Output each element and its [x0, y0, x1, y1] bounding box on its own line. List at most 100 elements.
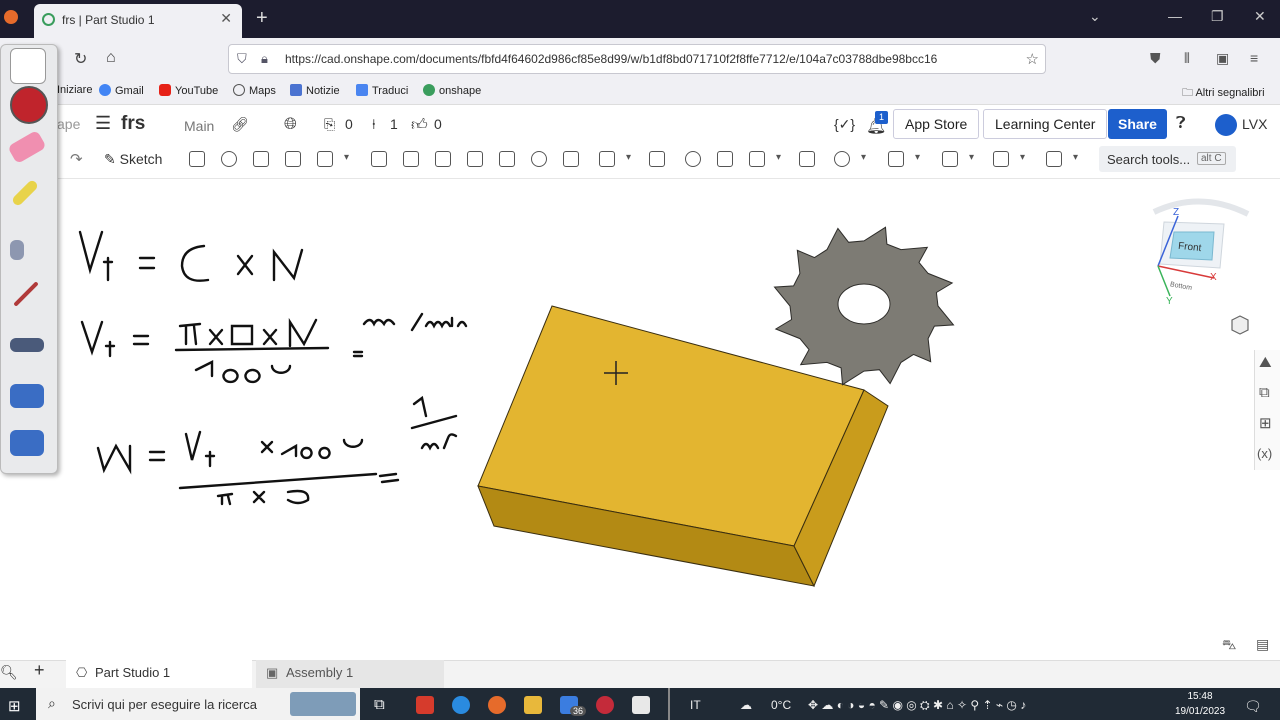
shell-icon[interactable]	[499, 151, 515, 167]
variables-panel-icon[interactable]: (x)	[1257, 446, 1272, 461]
help-icon[interactable]: ❓︎	[1176, 115, 1186, 133]
restore-icon[interactable]: ❐	[1211, 8, 1224, 25]
bookmark-onshape[interactable]: onshape	[423, 84, 481, 97]
weather-icon[interactable]: ☁︎	[740, 698, 752, 712]
chevron-down-icon[interactable]: ▾	[915, 152, 920, 163]
keyboard-icon[interactable]	[10, 338, 44, 352]
globe-icon[interactable]: 🌐︎	[284, 116, 297, 134]
sidebar-icon[interactable]: ▣	[1216, 50, 1229, 67]
edge-icon[interactable]	[452, 696, 470, 714]
close-window-icon[interactable]: ✕	[1254, 8, 1266, 25]
orbit-arc-icon[interactable]	[1152, 198, 1250, 217]
library-icon[interactable]: ⫴	[1184, 50, 1190, 67]
bookmark-iniziare[interactable]: Iniziare	[57, 84, 92, 96]
bookmark-youtube[interactable]: YouTube	[159, 84, 218, 97]
whiteboard-icon[interactable]	[10, 430, 44, 456]
text-tool-icon[interactable]	[1046, 151, 1062, 167]
tray-icons[interactable]: ✥ ☁︎ ◐ ◑ ◒ ◓ ✎ ◉ ◎ ⛭ ✱ ⌂ ✧ ⚲ ⇡ ⌁ ◷ ♪	[808, 698, 1026, 713]
bookmark-star-icon[interactable]: ☆	[1026, 50, 1039, 68]
chevron-down-icon[interactable]: ▾	[626, 152, 631, 163]
sketch-button[interactable]: ✎ Sketch	[104, 151, 162, 168]
taskbar-search[interactable]: ⌕ Scrivi qui per eseguire la ricerca	[36, 688, 360, 720]
address-bar[interactable]: ⛉ 🔒︎ https://cad.onshape.com/documents/f…	[228, 44, 1046, 74]
transform-icon[interactable]	[749, 151, 765, 167]
bookmark-notizie[interactable]: Notizie	[290, 84, 340, 97]
screen-capture-icon[interactable]	[10, 384, 44, 408]
chevron-down-icon[interactable]: ▾	[1020, 152, 1025, 163]
search-tools-input[interactable]: Search tools... alt C	[1099, 146, 1236, 172]
tab-assembly[interactable]: ▣ Assembly 1	[256, 660, 444, 688]
app-store-button[interactable]: App Store	[893, 109, 980, 139]
bom-icon[interactable]: ⊞	[1259, 414, 1272, 432]
rib-icon[interactable]	[467, 151, 483, 167]
task-view-icon[interactable]: ⧉	[374, 696, 385, 713]
document-name[interactable]: frs	[121, 113, 145, 135]
windows-start-icon[interactable]: ⊞	[8, 697, 21, 715]
bookmark-maps[interactable]: Maps	[233, 84, 276, 97]
configurations-icon[interactable]: ⧉	[1259, 384, 1270, 401]
browser-tab[interactable]: frs | Part Studio 1 ✕	[34, 4, 242, 38]
app-icon-red[interactable]	[596, 696, 614, 714]
modify-icon[interactable]	[834, 151, 850, 167]
loft-icon[interactable]	[285, 151, 301, 167]
other-bookmarks[interactable]: 🗀︎ Altri segnalibri	[1182, 84, 1265, 103]
notifications-center-icon[interactable]: 🗨︎	[1244, 698, 1262, 715]
revolve-icon[interactable]	[221, 151, 237, 167]
search-icon[interactable]: 🔍︎	[0, 664, 18, 681]
chevron-down-icon[interactable]: ▾	[969, 152, 974, 163]
copies-icon[interactable]: ⎘	[324, 116, 335, 133]
chevron-down-icon[interactable]: ▾	[861, 152, 866, 163]
view-options-icon[interactable]	[1231, 315, 1249, 335]
fillet-icon[interactable]	[371, 151, 387, 167]
delete-part-icon[interactable]	[799, 151, 815, 167]
view-cube[interactable]: Front Bottom Z X Y	[1152, 198, 1250, 307]
reload-icon[interactable]: ↻	[74, 49, 87, 69]
pocket-icon[interactable]: ⛊	[1150, 50, 1161, 67]
office-icon[interactable]	[416, 696, 434, 714]
like-icon[interactable]: 👍︎	[411, 116, 428, 135]
tab-list-icon[interactable]: ⌄	[1089, 8, 1101, 25]
add-tab-icon[interactable]: +	[34, 660, 45, 681]
avatar[interactable]	[1215, 114, 1237, 136]
split-icon[interactable]	[717, 151, 733, 167]
extrude-icon[interactable]	[189, 151, 205, 167]
hole-icon[interactable]	[531, 151, 547, 167]
chevron-down-icon[interactable]: ▾	[776, 152, 781, 163]
share-button[interactable]: Share	[1108, 109, 1167, 139]
new-tab-button[interactable]: +	[256, 7, 268, 30]
clock-date[interactable]: 19/01/2023	[1168, 706, 1232, 717]
link-icon[interactable]: 🔗︎	[231, 116, 249, 133]
branch-label[interactable]: Main	[184, 118, 214, 134]
bookmark-traduci[interactable]: Traduci	[356, 84, 408, 97]
chevron-down-icon[interactable]: ▾	[1073, 152, 1078, 163]
pen-red-icon[interactable]	[10, 86, 48, 124]
display-settings-icon[interactable]: ⛍	[1222, 636, 1236, 655]
bookmark-gmail[interactable]: Gmail	[99, 84, 144, 97]
clock-time[interactable]: 15:48	[1172, 691, 1228, 702]
mirror-icon[interactable]	[649, 151, 665, 167]
graphics-area[interactable]: Front Bottom Z X Y	[0, 178, 1280, 660]
user-name[interactable]: LVX	[1242, 116, 1267, 132]
draft-icon[interactable]	[435, 151, 451, 167]
redo-icon[interactable]: ↷	[70, 150, 83, 168]
variables-icon[interactable]: {✓}	[834, 116, 855, 133]
chevron-down-icon[interactable]: ▾	[344, 152, 349, 163]
lock-icon[interactable]: 🔒︎	[261, 51, 268, 67]
graphics-settings-icon[interactable]: ▤	[1256, 636, 1269, 653]
tab-part-studio[interactable]: ⎔ Part Studio 1	[66, 660, 252, 690]
minimize-icon[interactable]: —	[1168, 8, 1182, 24]
firefox-icon[interactable]	[4, 10, 18, 24]
firefox-taskbar-icon[interactable]	[488, 696, 506, 714]
pointer-icon[interactable]	[10, 240, 24, 260]
pattern-icon[interactable]	[599, 151, 615, 167]
onshape-logo[interactable]: ape	[57, 116, 80, 132]
notebook-icon[interactable]	[10, 48, 46, 84]
plane-icon[interactable]	[888, 151, 904, 167]
weather-temp[interactable]: 0°C	[771, 698, 791, 712]
chamfer-icon[interactable]	[403, 151, 419, 167]
learning-center-button[interactable]: Learning Center	[983, 109, 1108, 139]
shield-icon[interactable]: ⛉	[237, 51, 247, 67]
file-explorer-icon[interactable]	[524, 696, 542, 714]
menu-icon[interactable]: ≡	[1250, 50, 1258, 66]
language-indicator[interactable]: IT	[690, 698, 701, 712]
